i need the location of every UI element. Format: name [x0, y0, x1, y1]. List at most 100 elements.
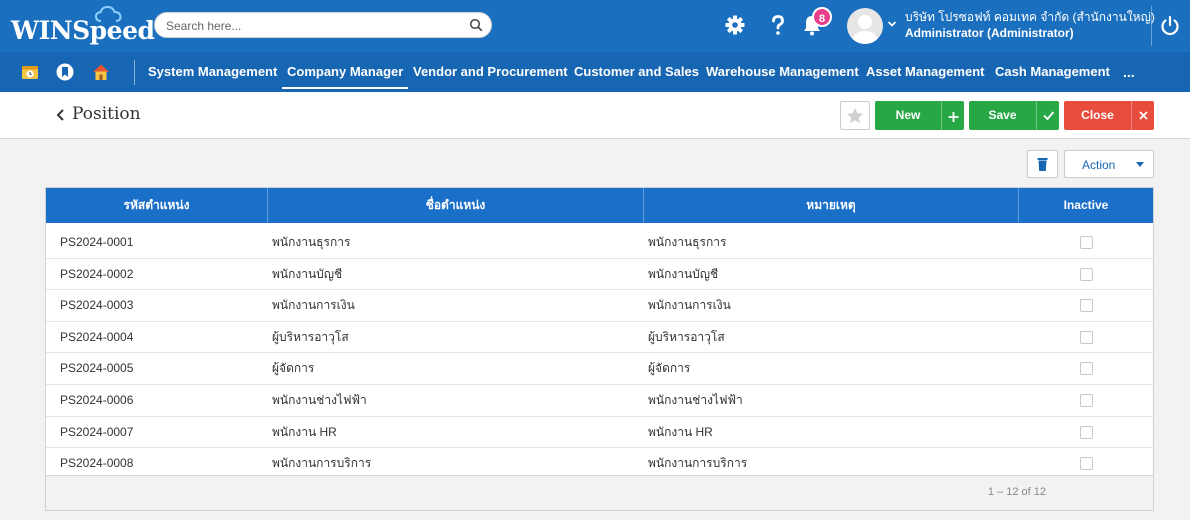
column-header-name[interactable]: ชื่อตำแหน่ง	[268, 188, 644, 223]
cell-name: ผู้บริหารอาวุโส	[272, 329, 349, 344]
cell-remark: ผู้จัดการ	[648, 361, 691, 376]
company-name: บริษัท โปรซอฟท์ คอมเทค จำกัด (สำนักงานให…	[905, 10, 1155, 24]
column-header-remark[interactable]: หมายเหตุ	[644, 188, 1019, 223]
close-button-label: Close	[1081, 108, 1114, 122]
cell-remark: พนักงานช่างไฟฟ้า	[648, 392, 743, 407]
main-nav: System Management Company Manager Vendor…	[0, 52, 1190, 92]
save-addon[interactable]	[1036, 101, 1059, 130]
inactive-checkbox[interactable]	[1080, 236, 1093, 249]
cell-name: พนักงานช่างไฟฟ้า	[272, 392, 367, 407]
power-icon[interactable]	[1159, 15, 1181, 37]
cell-name: พนักงานการบริการ	[272, 456, 372, 471]
nav-asset-management[interactable]: Asset Management	[866, 52, 984, 92]
action-dropdown-label: Action	[1082, 158, 1116, 172]
header-divider	[1151, 6, 1152, 46]
cell-remark: ผู้บริหารอาวุโส	[648, 329, 725, 344]
close-icon	[1139, 111, 1148, 120]
cloud-icon	[94, 5, 122, 22]
grid-header: รหัสตำแหน่ง ชื่อตำแหน่ง หมายเหตุ Inactiv…	[46, 188, 1153, 223]
back-arrow-icon[interactable]	[55, 108, 67, 122]
cell-name: พนักงานการเงิน	[272, 298, 355, 313]
cell-code: PS2024-0001	[60, 235, 134, 249]
inactive-checkbox[interactable]	[1080, 457, 1093, 471]
top-header: WINSpeed 8	[0, 0, 1190, 52]
cell-remark: พนักงาน HR	[648, 424, 713, 439]
favorite-button[interactable]	[840, 101, 870, 130]
cell-remark: พนักงานบัญชี	[648, 266, 719, 281]
calendar-clock-icon[interactable]	[20, 62, 40, 82]
column-header-inactive[interactable]: Inactive	[1019, 188, 1153, 223]
check-icon	[1043, 111, 1055, 121]
cell-remark: พนักงานการบริการ	[648, 456, 748, 471]
close-addon[interactable]	[1131, 101, 1154, 130]
table-row[interactable]: PS2024-0004 ผู้บริหารอาวุโส ผู้บริหารอาว…	[46, 322, 1153, 354]
inactive-checkbox[interactable]	[1080, 267, 1093, 281]
cell-name: ผู้จัดการ	[272, 361, 315, 376]
grid-footer: 1 – 12 of 12	[46, 475, 1153, 510]
inactive-checkbox[interactable]	[1080, 330, 1093, 344]
nav-company-manager[interactable]: Company Manager	[281, 52, 409, 92]
cell-name: พนักงานธุรการ	[272, 235, 351, 249]
app-logo[interactable]: WINSpeed	[11, 16, 155, 46]
search-box[interactable]	[154, 12, 492, 38]
new-addon[interactable]	[941, 101, 964, 130]
cell-code: PS2024-0007	[60, 424, 134, 439]
cell-code: PS2024-0002	[60, 266, 134, 281]
avatar[interactable]	[847, 8, 883, 44]
nav-customer-and-sales[interactable]: Customer and Sales	[574, 52, 699, 92]
nav-more-button[interactable]: ...	[1123, 52, 1135, 92]
cell-remark: พนักงานการเงิน	[648, 298, 731, 313]
inactive-checkbox[interactable]	[1080, 425, 1093, 439]
nav-vendor-and-procurement[interactable]: Vendor and Procurement	[413, 52, 568, 92]
notification-badge: 8	[812, 7, 832, 27]
new-button[interactable]: New	[875, 101, 964, 130]
cell-code: PS2024-0006	[60, 392, 134, 407]
inactive-checkbox[interactable]	[1080, 299, 1093, 313]
cell-remark: พนักงานธุรการ	[648, 235, 727, 249]
cell-code: PS2024-0008	[60, 456, 134, 471]
inactive-checkbox[interactable]	[1080, 362, 1093, 376]
table-row[interactable]: PS2024-0002 พนักงานบัญชี พนักงานบัญชี	[46, 259, 1153, 291]
cell-code: PS2024-0003	[60, 298, 134, 313]
nav-system-management[interactable]: System Management	[148, 52, 277, 92]
trash-icon	[1037, 158, 1048, 171]
pager-info: 1 – 12 of 12	[987, 486, 1046, 498]
save-button[interactable]: Save	[969, 101, 1059, 130]
search-input[interactable]	[166, 17, 466, 34]
column-header-code[interactable]: รหัสตำแหน่ง	[46, 188, 268, 223]
page-header: Position New Save Close	[0, 92, 1190, 139]
page-title: Position	[72, 104, 141, 124]
chevron-down-icon[interactable]	[887, 19, 897, 29]
cell-name: พนักงาน HR	[272, 424, 337, 439]
user-silhouette-icon	[852, 15, 878, 44]
position-grid: รหัสตำแหน่ง ชื่อตำแหน่ง หมายเหตุ Inactiv…	[45, 187, 1154, 511]
save-button-label: Save	[988, 108, 1017, 122]
delete-button[interactable]	[1027, 150, 1058, 178]
grid-body: PS2024-0001 พนักงานธุรการ พนักงานธุรการ …	[46, 227, 1153, 475]
bookmark-icon[interactable]	[55, 62, 75, 82]
inactive-checkbox[interactable]	[1080, 393, 1093, 407]
home-icon[interactable]	[91, 62, 111, 82]
table-row[interactable]: PS2024-0003 พนักงานการเงิน พนักงานการเงิ…	[46, 290, 1153, 322]
action-dropdown[interactable]: Action	[1064, 150, 1154, 178]
table-row[interactable]: PS2024-0008 พนักงานการบริการ พนักงานการบ…	[46, 448, 1153, 475]
nav-warehouse-management[interactable]: Warehouse Management	[706, 52, 859, 92]
new-button-label: New	[895, 108, 921, 122]
caret-down-icon	[1136, 162, 1144, 167]
table-row[interactable]: PS2024-0006 พนักงานช่างไฟฟ้า พนักงานช่าง…	[46, 385, 1153, 417]
table-row[interactable]: PS2024-0007 พนักงาน HR พนักงาน HR	[46, 417, 1153, 449]
help-icon[interactable]	[766, 13, 790, 37]
close-button[interactable]: Close	[1064, 101, 1154, 130]
table-row[interactable]: PS2024-0001 พนักงานธุรการ พนักงานธุรการ	[46, 227, 1153, 259]
cell-code: PS2024-0005	[60, 361, 134, 376]
cell-name: พนักงานบัญชี	[272, 266, 343, 281]
nav-divider	[134, 60, 135, 85]
search-icon[interactable]	[469, 18, 483, 32]
plus-icon	[948, 112, 959, 122]
gear-icon[interactable]	[723, 13, 747, 37]
nav-cash-management[interactable]: Cash Management	[995, 52, 1110, 92]
star-icon	[847, 108, 863, 123]
cell-code: PS2024-0004	[60, 329, 134, 344]
table-row[interactable]: PS2024-0005 ผู้จัดการ ผู้จัดการ	[46, 353, 1153, 385]
user-name: Administrator (Administrator)	[905, 26, 1074, 40]
